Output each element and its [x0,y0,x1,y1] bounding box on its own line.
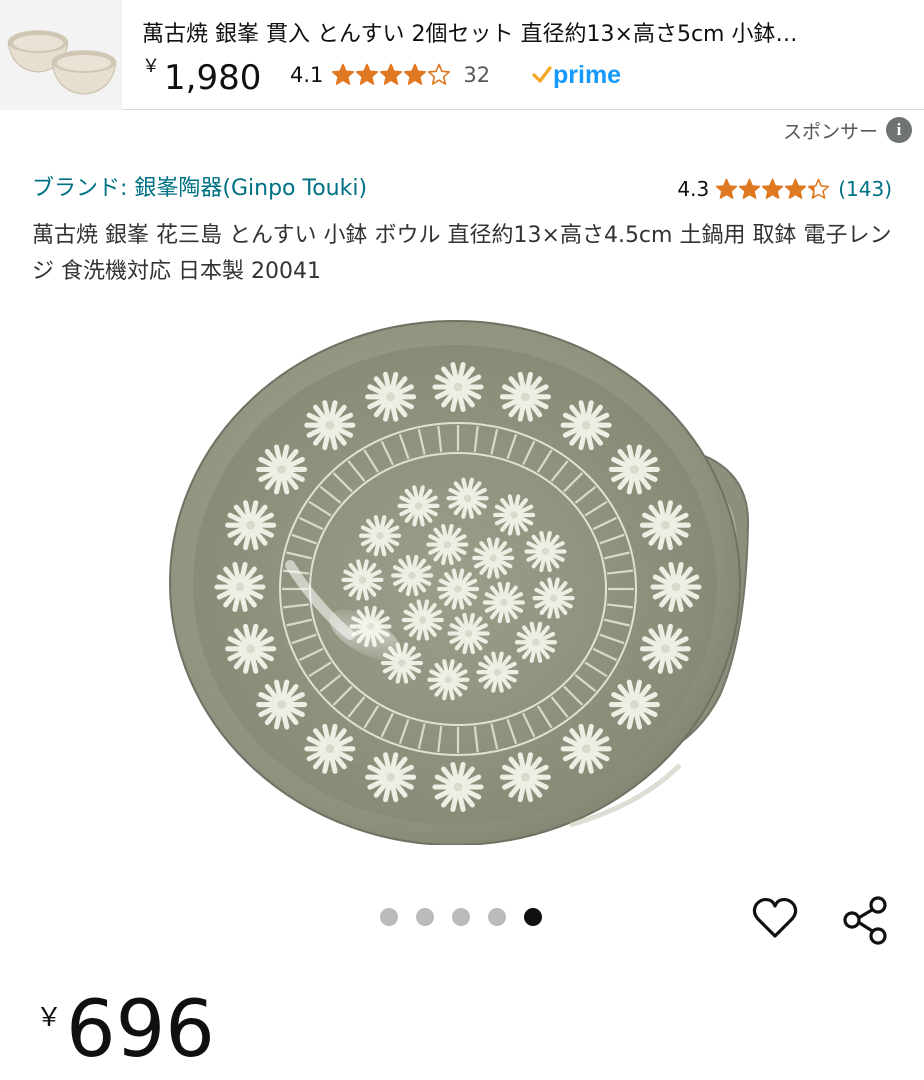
prime-label: prime [553,60,622,89]
price-amount: 1,980 [164,58,262,98]
sponsored-product-price: ￥ 1,980 [142,56,262,98]
prime-check-icon [532,66,552,83]
carousel-indicator[interactable] [380,908,560,926]
carousel-dot[interactable] [488,908,506,926]
heart-icon[interactable] [750,893,800,943]
star-rating-icons [715,178,830,201]
product-image[interactable] [140,305,780,846]
star-icon [762,178,784,199]
sponsored-product-title[interactable]: 萬古焼 銀峯 貫入 とんすい 2個セット 直径約13×高さ5cm 小鉢… [142,20,902,50]
star-icon [404,63,427,85]
price-amount: 696 [66,985,215,1075]
carousel-dot[interactable] [416,908,434,926]
star-icon [739,178,761,199]
star-icon [785,178,807,199]
star-icon [428,63,451,85]
prime-badge: prime [532,60,621,90]
brand-link[interactable]: ブランド: 銀峯陶器(Ginpo Touki) [32,174,367,204]
rating-value: 4.1 [290,63,324,87]
sponsored-product-card[interactable]: 萬古焼 銀峯 貫入 とんすい 2個セット 直径約13×高さ5cm 小鉢… ￥ 1… [0,0,924,110]
share-icon[interactable] [838,893,894,949]
review-count-link[interactable]: (143) [838,177,892,201]
carousel-dot[interactable] [452,908,470,926]
sponsored-product-thumbnail[interactable] [0,0,122,110]
carousel-dot[interactable] [524,908,542,926]
info-icon[interactable]: i [886,117,912,143]
product-price: ￥ 696 [36,985,215,1075]
star-icon [716,178,738,199]
sponsored-product-rating[interactable]: 4.1 32 [290,60,490,90]
carousel-dot[interactable] [380,908,398,926]
star-icon [380,63,403,85]
sponsored-text: スポンサー [782,120,878,143]
rating-value: 4.3 [677,177,710,201]
star-icon [808,178,830,199]
product-title[interactable]: 萬古焼 銀峯 花三島 とんすい 小鉢 ボウル 直径約13×高さ4.5cm 土鍋用… [32,218,892,290]
star-icon [332,63,355,85]
star-rating-icons [331,63,451,87]
product-rating[interactable]: 4.3 (143) [677,174,892,204]
review-count: 32 [463,63,491,87]
currency-symbol: ￥ [142,56,160,77]
star-icon [356,63,379,85]
sponsored-label[interactable]: スポンサー i [783,116,912,144]
currency-symbol: ￥ [36,1003,63,1033]
